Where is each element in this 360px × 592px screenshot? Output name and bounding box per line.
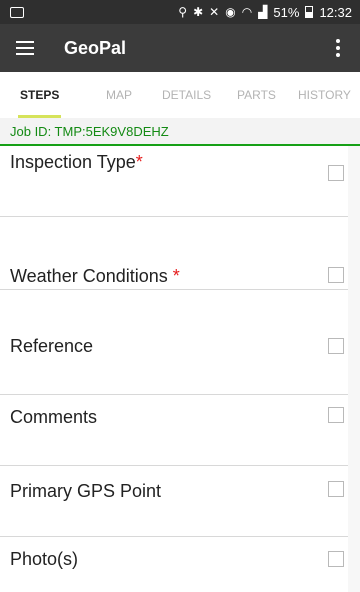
- location-icon: ⚲: [178, 5, 188, 19]
- alarm-icon: ◉: [225, 5, 236, 19]
- step-label: Weather Conditions *: [10, 266, 180, 286]
- step-checkbox[interactable]: [328, 267, 344, 283]
- notification-image-icon: [10, 6, 24, 18]
- tab-steps[interactable]: STEPS: [17, 72, 62, 118]
- step-row-primary-gps-point[interactable]: Primary GPS Point: [0, 466, 348, 537]
- hamburger-menu-icon[interactable]: [16, 41, 34, 55]
- required-mark: *: [135, 152, 143, 172]
- status-time: 12:32: [319, 4, 352, 20]
- step-row-inspection-type[interactable]: Inspection Type*: [0, 146, 348, 217]
- battery-percent: 51%: [273, 4, 300, 20]
- wifi-icon: ◠: [241, 5, 253, 19]
- job-id-text: Job ID: TMP:5EK9V8DEHZ: [10, 123, 169, 139]
- app-bar: GeoPal: [0, 24, 360, 72]
- step-label: Photo(s): [10, 549, 79, 569]
- step-checkbox[interactable]: [328, 551, 344, 567]
- app-title: GeoPal: [64, 37, 127, 58]
- step-checkbox[interactable]: [328, 338, 344, 354]
- tab-parts[interactable]: PARTS: [237, 72, 276, 118]
- status-icons: ⚲ ✱ ✕ ◉ ◠ ▟ 51% 12:32: [178, 5, 352, 20]
- scroll-edge: [348, 146, 360, 592]
- step-label: Inspection Type*: [10, 152, 143, 172]
- status-bar: ⚲ ✱ ✕ ◉ ◠ ▟ 51% 12:32: [0, 0, 360, 24]
- tab-history[interactable]: HISTORY: [298, 72, 351, 118]
- step-checkbox[interactable]: [328, 165, 344, 181]
- step-label: Reference: [10, 336, 94, 356]
- battery-icon: [305, 6, 314, 18]
- tab-details[interactable]: DETAILS: [162, 72, 211, 118]
- job-id-bar: Job ID: TMP:5EK9V8DEHZ: [0, 118, 360, 146]
- step-label: Comments: [10, 407, 98, 427]
- overflow-menu-icon[interactable]: [332, 35, 344, 61]
- required-mark: *: [172, 266, 180, 286]
- tab-bar: STEPS MAP DETAILS PARTS HISTORY: [0, 72, 360, 118]
- mute-icon: ✕: [209, 5, 220, 19]
- bluetooth-icon: ✱: [193, 5, 204, 19]
- step-row-photos[interactable]: Photo(s): [0, 537, 348, 592]
- step-checkbox[interactable]: [328, 481, 344, 497]
- step-row-weather-conditions[interactable]: Weather Conditions *: [0, 218, 348, 290]
- step-checkbox[interactable]: [328, 407, 344, 423]
- signal-icon: ▟: [258, 5, 268, 19]
- step-label: Primary GPS Point: [10, 481, 162, 501]
- step-row-comments[interactable]: Comments: [0, 395, 348, 466]
- step-row-reference[interactable]: Reference: [0, 324, 348, 395]
- tab-map[interactable]: MAP: [106, 72, 132, 118]
